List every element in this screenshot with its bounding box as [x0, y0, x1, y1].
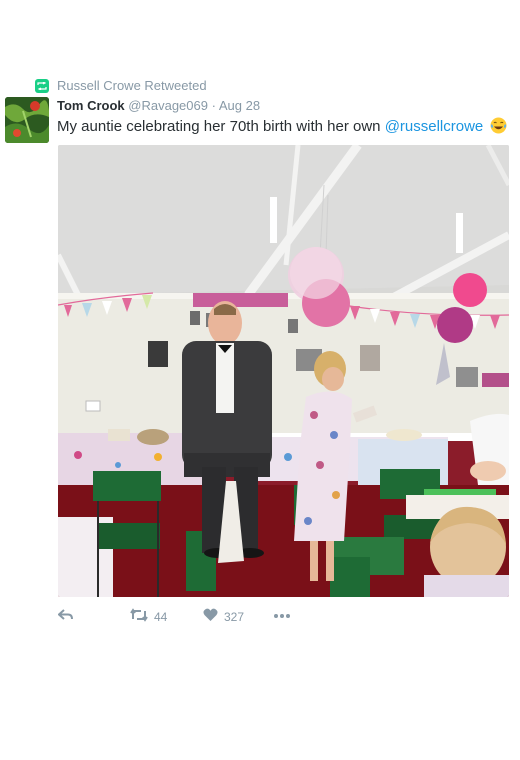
reply-button[interactable]	[57, 608, 74, 625]
like-count: 327	[224, 609, 245, 624]
more-icon	[273, 608, 291, 622]
heart-icon	[203, 608, 218, 625]
retweet-count-icon	[130, 608, 148, 625]
retweet-count: 44	[154, 609, 168, 624]
author-handle[interactable]: @Ravage069	[128, 98, 208, 113]
tweet-actions: 44 327	[57, 608, 478, 626]
retweet-button[interactable]: 44	[130, 608, 167, 625]
emoji-tears-of-joy-icon	[490, 117, 507, 134]
more-button[interactable]	[273, 608, 291, 622]
tweet-text: My auntie celebrating her 70th birth wit…	[57, 117, 507, 135]
tweet-header: Tom Crook @Ravage069 · Aug 28	[57, 98, 260, 113]
separator-dot: ·	[211, 98, 216, 113]
mention-link[interactable]: @russellcrowe	[385, 118, 484, 135]
retweet-icon	[35, 78, 49, 93]
tweet-date[interactable]: Aug 28	[219, 98, 260, 113]
retweeted-by-label[interactable]: Russell Crowe Retweeted	[57, 78, 207, 93]
tweet-text-body: My auntie celebrating her 70th birth wit…	[57, 118, 381, 135]
avatar[interactable]	[5, 97, 49, 143]
retweeted-by-row: Russell Crowe Retweeted	[35, 78, 207, 93]
reply-icon	[57, 608, 74, 625]
tweet-photo[interactable]	[58, 145, 509, 597]
like-button[interactable]: 327	[203, 608, 244, 625]
author-name[interactable]: Tom Crook	[57, 98, 125, 113]
